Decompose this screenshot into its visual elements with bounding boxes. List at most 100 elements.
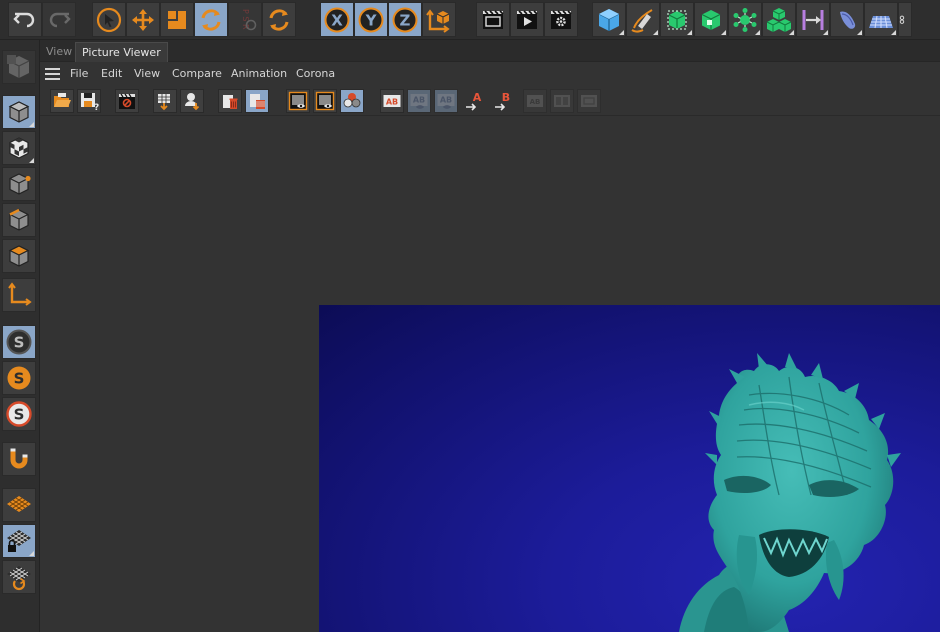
- compare-difference-button[interactable]: [577, 89, 601, 113]
- camera-button[interactable]: [898, 2, 912, 37]
- tweak-mode-button[interactable]: [2, 442, 36, 476]
- panel-tabs: View Picture Viewer: [40, 40, 940, 62]
- edges-mode-icon: [9, 208, 29, 231]
- scale-icon: [168, 10, 186, 29]
- hamburger-menu-icon[interactable]: [45, 68, 60, 80]
- rotate-tool-button[interactable]: [194, 2, 228, 37]
- add-to-history-button[interactable]: [153, 89, 177, 113]
- menu-edit[interactable]: Edit: [101, 66, 122, 82]
- open-folder-icon: [54, 93, 71, 107]
- locked-workplane-button[interactable]: [2, 524, 36, 558]
- workplane-snap-button[interactable]: S: [2, 397, 36, 431]
- redo-button[interactable]: [42, 2, 76, 37]
- svg-text:S: S: [14, 406, 25, 424]
- set-as-b-button[interactable]: B: [492, 89, 516, 113]
- channels-button[interactable]: [340, 89, 364, 113]
- delete-all-button[interactable]: [245, 89, 269, 113]
- deformer-button[interactable]: [796, 2, 830, 37]
- picture-viewer-canvas[interactable]: [40, 116, 940, 632]
- rgb-channels-icon: [343, 93, 361, 108]
- compare-split-button[interactable]: AB: [523, 89, 547, 113]
- camera-icon: [899, 15, 905, 24]
- floor-button[interactable]: [864, 2, 898, 37]
- render-group: [476, 2, 578, 37]
- svg-text:AB: AB: [386, 98, 398, 107]
- save-image-button[interactable]: ?: [77, 89, 101, 113]
- svg-text:S: S: [14, 370, 25, 388]
- snap-settings-button[interactable]: S: [2, 361, 36, 395]
- ab-eye-icon: AB: [410, 94, 428, 109]
- model-mode-button[interactable]: [2, 95, 36, 129]
- svg-text:X: X: [331, 11, 343, 29]
- tab-picture-viewer[interactable]: Picture Viewer: [75, 42, 168, 62]
- cube-icon: [598, 8, 620, 31]
- open-image-button[interactable]: [50, 89, 74, 113]
- menu-animation[interactable]: Animation: [231, 66, 287, 82]
- texture-mode-icon: [9, 137, 29, 159]
- axis-x-button[interactable]: X: [320, 2, 354, 37]
- texture-mode-button[interactable]: [2, 131, 36, 165]
- axis-x-icon: X: [324, 7, 350, 32]
- axis-y-button[interactable]: Y: [354, 2, 388, 37]
- render-picture-viewer-button[interactable]: [510, 2, 544, 37]
- edges-mode-button[interactable]: [2, 203, 36, 237]
- coordinate-system-button[interactable]: [422, 2, 456, 37]
- compare-overlay-button[interactable]: [550, 89, 574, 113]
- axis-z-icon: Z: [392, 7, 418, 32]
- effector-button[interactable]: [762, 2, 796, 37]
- snap-button[interactable]: S: [2, 325, 36, 359]
- show-image-alt-button[interactable]: [313, 89, 337, 113]
- make-editable-button[interactable]: [2, 50, 36, 84]
- ab-compare-button[interactable]: AB: [380, 89, 404, 113]
- bend-deformer-button[interactable]: [830, 2, 864, 37]
- menu-view[interactable]: View: [134, 66, 160, 82]
- show-image-button[interactable]: [286, 89, 310, 113]
- extrude-icon: [701, 9, 721, 30]
- pen-tool-button[interactable]: [626, 2, 660, 37]
- svg-text:Y: Y: [365, 11, 378, 29]
- points-mode-button[interactable]: [2, 167, 36, 201]
- subdivision-icon: [667, 9, 687, 30]
- floor-icon: [869, 15, 893, 28]
- move-tool-button[interactable]: [126, 2, 160, 37]
- svg-text:A: A: [473, 91, 482, 104]
- cloner-button[interactable]: [728, 2, 762, 37]
- workplane-button[interactable]: [2, 488, 36, 522]
- axis-z-button[interactable]: Z: [388, 2, 422, 37]
- render-picture-viewer-icon: [517, 9, 538, 29]
- align-workplane-button[interactable]: [2, 560, 36, 594]
- make-editable-icon: [7, 55, 30, 78]
- extrude-button[interactable]: [694, 2, 728, 37]
- undo-button[interactable]: [8, 2, 42, 37]
- compare-split-icon: AB: [527, 95, 543, 107]
- trash-icon: [223, 95, 238, 109]
- ab-compare-eye-alt-button[interactable]: AB: [434, 89, 458, 113]
- image-eye-alt-icon: [315, 91, 335, 111]
- delete-button[interactable]: [218, 89, 242, 113]
- menu-compare[interactable]: Compare: [172, 66, 222, 82]
- menu-corona[interactable]: Corona: [296, 66, 335, 82]
- select-tool-button[interactable]: [92, 2, 126, 37]
- tab-view[interactable]: View: [40, 42, 78, 62]
- render-settings-button[interactable]: [544, 2, 578, 37]
- polygons-mode-button[interactable]: [2, 239, 36, 273]
- scale-tool-button[interactable]: [160, 2, 194, 37]
- export-button[interactable]: [180, 89, 204, 113]
- ab-compare-eye-button[interactable]: AB: [407, 89, 431, 113]
- recent-tool-button[interactable]: [262, 2, 296, 37]
- axis-mode-button[interactable]: [2, 278, 36, 312]
- render-view-button[interactable]: [476, 2, 510, 37]
- axis-y-icon: Y: [358, 7, 384, 32]
- effector-icon: [766, 7, 792, 32]
- stop-render-button[interactable]: [115, 89, 139, 113]
- transform-tools-group: P S R: [92, 2, 296, 37]
- picture-viewer-menubar: File Edit View Compare Animation Corona: [40, 62, 940, 86]
- svg-text:?: ?: [94, 103, 99, 111]
- psr-tool-button[interactable]: P S R: [228, 2, 262, 37]
- cube-object-button[interactable]: [592, 2, 626, 37]
- redo-icon: [49, 12, 71, 27]
- pen-icon: [631, 8, 653, 32]
- set-as-a-button[interactable]: A: [463, 89, 487, 113]
- subdivision-surface-button[interactable]: [660, 2, 694, 37]
- menu-file[interactable]: File: [70, 66, 88, 82]
